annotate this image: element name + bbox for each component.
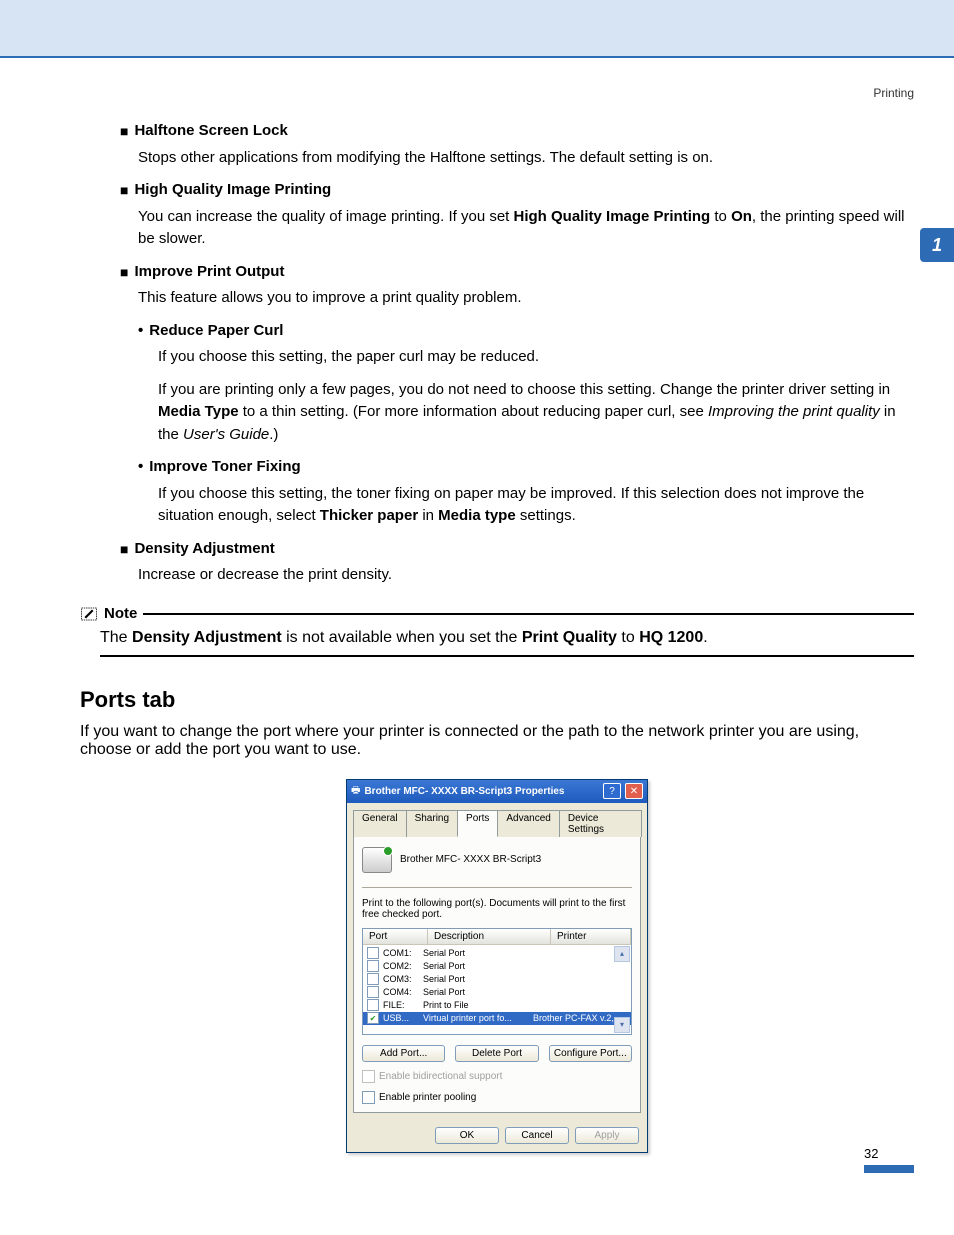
- printer-name: Brother MFC- XXXX BR-Script3: [400, 854, 541, 865]
- port-row[interactable]: FILE:Print to File: [363, 999, 631, 1012]
- dialog-title: Brother MFC- XXXX BR-Script3 Properties: [364, 786, 599, 797]
- help-button[interactable]: ?: [603, 783, 621, 799]
- ports-instruction: Print to the following port(s). Document…: [362, 898, 632, 920]
- feature-heading: ■Halftone Screen Lock: [120, 120, 914, 143]
- page-number: 32: [864, 1146, 914, 1173]
- feature-heading: ■High Quality Image Printing: [120, 179, 914, 202]
- configure-port-button[interactable]: Configure Port...: [549, 1045, 632, 1062]
- scroll-up-icon[interactable]: ▴: [614, 946, 630, 962]
- dialog-tabs: GeneralSharingPortsAdvancedDevice Settin…: [347, 803, 647, 836]
- port-row[interactable]: COM1:Serial Port: [363, 947, 631, 960]
- col-printer[interactable]: Printer: [551, 929, 631, 944]
- port-row[interactable]: COM3:Serial Port: [363, 973, 631, 986]
- feature-body: This feature allows you to improve a pri…: [138, 287, 914, 310]
- chapter-tab: 1: [920, 228, 954, 262]
- pencil-icon: [80, 605, 98, 623]
- add-port-button[interactable]: Add Port...: [362, 1045, 445, 1062]
- running-header: Printing: [80, 58, 914, 120]
- note-body: The Density Adjustment is not available …: [100, 629, 914, 657]
- sub-feature-body: If you choose this setting, the toner fi…: [158, 483, 914, 528]
- port-row[interactable]: COM2:Serial Port: [363, 960, 631, 973]
- port-row[interactable]: ✔USB...Virtual printer port fo...Brother…: [363, 1012, 631, 1025]
- feature-body: Increase or decrease the print density.: [138, 564, 914, 587]
- feature-body: Stops other applications from modifying …: [138, 147, 914, 170]
- top-accent-bar: [0, 0, 954, 58]
- close-button[interactable]: ✕: [625, 783, 643, 799]
- ports-heading: Ports tab: [80, 687, 914, 713]
- tab-advanced[interactable]: Advanced: [497, 810, 559, 837]
- ok-button[interactable]: OK: [435, 1127, 499, 1144]
- sub-feature-heading: •Improve Toner Fixing: [138, 456, 914, 479]
- ports-panel: Brother MFC- XXXX BR-Script3 Print to th…: [353, 836, 641, 1113]
- sub-feature-body: If you choose this setting, the paper cu…: [158, 346, 914, 369]
- ports-intro: If you want to change the port where you…: [80, 723, 914, 759]
- printer-pooling-checkbox[interactable]: Enable printer pooling: [362, 1091, 632, 1104]
- tab-sharing[interactable]: Sharing: [406, 810, 458, 837]
- delete-port-button[interactable]: Delete Port: [455, 1045, 538, 1062]
- port-row[interactable]: COM4:Serial Port: [363, 986, 631, 999]
- col-port[interactable]: Port: [363, 929, 428, 944]
- feature-heading: ■Density Adjustment: [120, 538, 914, 561]
- tab-device-settings[interactable]: Device Settings: [559, 810, 642, 837]
- scroll-down-icon[interactable]: ▾: [614, 1017, 630, 1033]
- tab-general[interactable]: General: [353, 810, 407, 837]
- apply-button: Apply: [575, 1127, 639, 1144]
- tab-ports[interactable]: Ports: [457, 810, 498, 837]
- body-content: ■Halftone Screen Lock Stops other applica…: [80, 120, 914, 587]
- note-label: Note: [104, 605, 137, 622]
- sub-feature-body: If you are printing only a few pages, yo…: [158, 379, 914, 447]
- col-description[interactable]: Description: [428, 929, 551, 944]
- properties-dialog: 🖶 Brother MFC- XXXX BR-Script3 Propertie…: [346, 779, 648, 1153]
- sub-feature-heading: •Reduce Paper Curl: [138, 320, 914, 343]
- printer-glyph-icon: 🖶: [351, 783, 360, 800]
- ports-table[interactable]: Port Description Printer COM1:Serial Por…: [362, 928, 632, 1035]
- bidirectional-checkbox: Enable bidirectional support: [362, 1070, 632, 1083]
- dialog-titlebar[interactable]: 🖶 Brother MFC- XXXX BR-Script3 Propertie…: [347, 780, 647, 803]
- cancel-button[interactable]: Cancel: [505, 1127, 569, 1144]
- feature-heading: ■Improve Print Output: [120, 261, 914, 284]
- printer-icon: [362, 847, 392, 873]
- feature-body: You can increase the quality of image pr…: [138, 206, 914, 251]
- note-block: Note The Density Adjustment is not avail…: [80, 605, 914, 657]
